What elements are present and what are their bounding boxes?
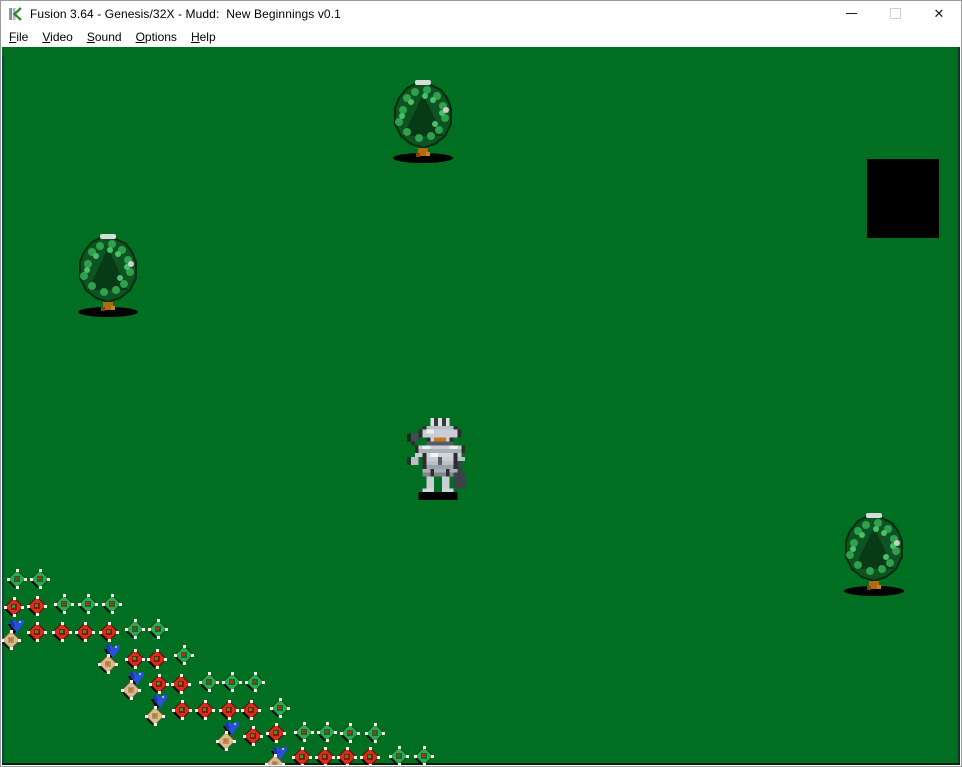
menu-help[interactable]: Help — [184, 27, 223, 47]
window-title: Fusion 3.64 - Genesis/32X - Mudd: New Be… — [30, 7, 341, 21]
flower-tan-sprite — [216, 731, 236, 751]
flower-green-sprite — [199, 672, 219, 692]
flower-green-sprite — [7, 569, 27, 589]
close-button[interactable]: ✕ — [917, 1, 961, 26]
flower-green-sprite — [414, 746, 434, 765]
title-bar: Fusion 3.64 - Genesis/32X - Mudd: New Be… — [1, 1, 961, 26]
flower-red-sprite — [52, 622, 72, 642]
flower-red-sprite — [292, 747, 312, 765]
flower-green-sprite — [294, 722, 314, 742]
flower-green-sprite — [102, 594, 122, 614]
black-square — [867, 159, 939, 238]
flower-green-sprite — [148, 619, 168, 639]
flower-red-sprite — [315, 747, 335, 765]
tree-sprite — [72, 234, 144, 318]
flower-green-sprite — [270, 698, 290, 718]
flower-tan-sprite — [2, 630, 21, 650]
maximize-button[interactable] — [873, 1, 917, 26]
flower-red-sprite — [360, 747, 380, 765]
minimize-icon — [846, 13, 857, 14]
flower-red-sprite — [125, 649, 145, 669]
flower-red-sprite — [75, 622, 95, 642]
flower-green-sprite — [365, 723, 385, 743]
menu-sound[interactable]: Sound — [80, 27, 129, 47]
emulator-window: Fusion 3.64 - Genesis/32X - Mudd: New Be… — [0, 0, 962, 767]
flower-red-sprite — [172, 700, 192, 720]
flower-red-sprite — [147, 649, 167, 669]
flower-green-sprite — [340, 723, 360, 743]
flower-red-sprite — [99, 622, 119, 642]
flower-red-sprite — [27, 622, 47, 642]
flower-green-sprite — [222, 672, 242, 692]
flower-green-sprite — [245, 672, 265, 692]
flower-red-sprite — [219, 700, 239, 720]
flower-red-sprite — [27, 596, 47, 616]
kega-fusion-logo-icon — [8, 6, 24, 22]
flower-red-sprite — [4, 597, 24, 617]
flower-red-sprite — [243, 726, 263, 746]
flower-tan-sprite — [121, 680, 141, 700]
maximize-icon — [890, 8, 901, 19]
flower-green-sprite — [125, 619, 145, 639]
minimize-button[interactable] — [829, 1, 873, 26]
flower-red-sprite — [266, 723, 286, 743]
flower-green-sprite — [78, 594, 98, 614]
close-icon: ✕ — [934, 7, 945, 20]
flower-green-sprite — [389, 746, 409, 765]
flower-red-sprite — [337, 747, 357, 765]
flower-green-sprite — [317, 722, 337, 742]
game-bottom-border-strip — [2, 763, 960, 765]
game-viewport[interactable] — [2, 47, 960, 765]
tree-sprite — [838, 513, 910, 597]
flower-tan-sprite — [98, 654, 118, 674]
flower-green-sprite — [54, 594, 74, 614]
game-right-border-strip — [958, 47, 960, 765]
flower-green-sprite — [30, 569, 50, 589]
menu-file[interactable]: File — [2, 27, 35, 47]
flower-tan-sprite — [145, 706, 165, 726]
window-controls: ✕ — [829, 1, 961, 26]
tree-sprite — [387, 80, 459, 164]
flower-red-sprite — [195, 700, 215, 720]
flower-red-sprite — [241, 700, 261, 720]
knight-sprite — [407, 418, 469, 500]
game-left-border-strip — [2, 55, 4, 765]
menu-bar: FileVideoSoundOptionsHelp — [1, 26, 961, 47]
flower-tan-sprite — [265, 754, 285, 765]
menu-video[interactable]: Video — [35, 27, 79, 47]
menu-options[interactable]: Options — [129, 27, 184, 47]
flower-red-sprite — [171, 674, 191, 694]
flower-green-sprite — [174, 645, 194, 665]
